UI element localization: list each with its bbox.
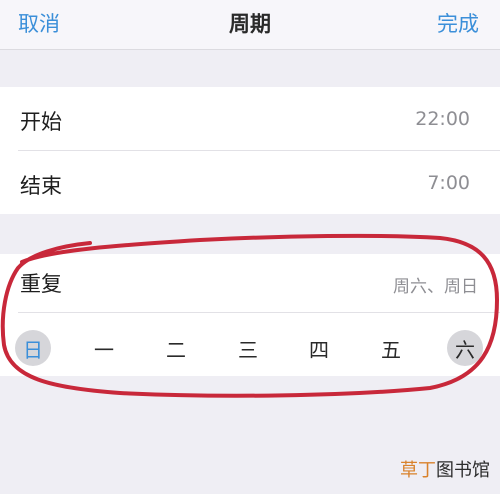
start-time-value: 22:00: [415, 108, 470, 130]
day-tuesday-toggle[interactable]: 二: [158, 330, 194, 366]
red-circle-annotation: [0, 233, 499, 398]
screen: 取消 周期 完成 开始 22:00 结束 7:00 重复 周六、周日 日 一 二…: [0, 0, 500, 494]
navigation-bar: 取消 周期 完成: [0, 0, 500, 50]
day-wednesday-toggle[interactable]: 三: [230, 330, 266, 366]
done-button[interactable]: 完成: [437, 8, 479, 38]
repeat-row[interactable]: 重复 周六、周日: [0, 254, 500, 312]
end-label: 结束: [20, 174, 62, 198]
watermark-text: 图书馆: [436, 460, 490, 481]
repeat-value: 周六、周日: [393, 277, 478, 297]
day-thursday-toggle[interactable]: 四: [301, 330, 337, 366]
start-time-row[interactable]: 开始 22:00: [0, 87, 500, 151]
repeat-group: 重复 周六、周日 日 一 二 三 四 五 六: [0, 254, 500, 376]
divider: [18, 312, 500, 313]
day-friday-toggle[interactable]: 五: [373, 330, 409, 366]
end-time-row[interactable]: 结束 7:00: [0, 151, 500, 214]
start-label: 开始: [20, 110, 62, 134]
watermark-accent: 草丁: [400, 460, 436, 481]
page-title: 周期: [229, 12, 271, 36]
day-monday-toggle[interactable]: 一: [86, 330, 122, 366]
day-sunday-toggle[interactable]: 日: [15, 330, 51, 366]
time-settings-group: 开始 22:00 结束 7:00: [0, 87, 500, 214]
repeat-label: 重复: [20, 272, 62, 296]
watermark: 草丁图书馆: [400, 456, 490, 482]
day-saturday-toggle[interactable]: 六: [447, 330, 483, 366]
end-time-value: 7:00: [427, 172, 470, 194]
